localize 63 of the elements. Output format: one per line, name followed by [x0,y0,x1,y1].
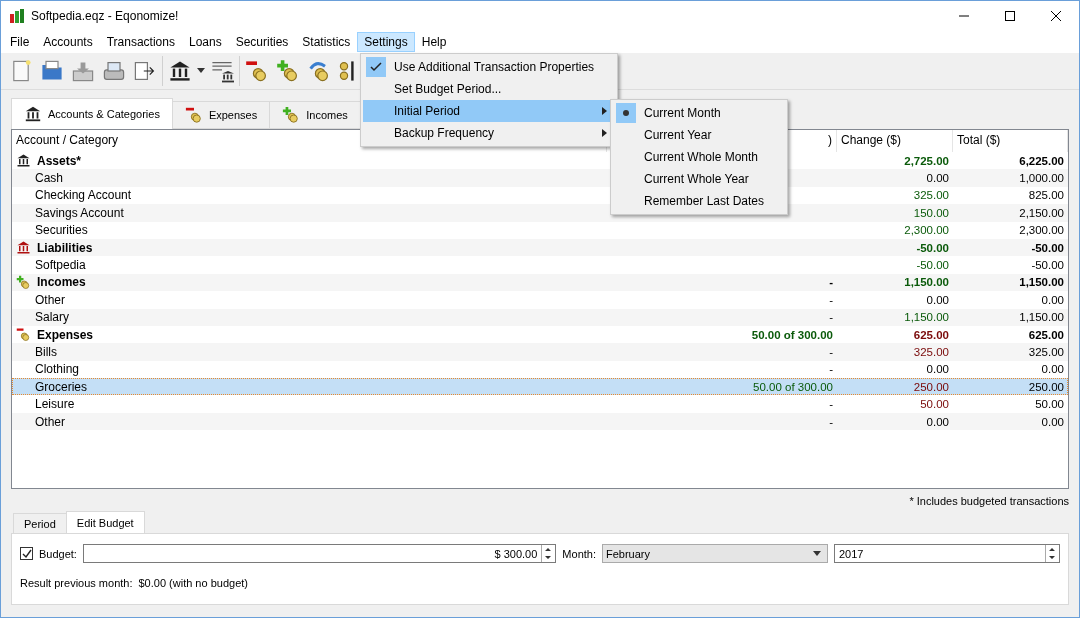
category-name: Softpedia [35,258,86,273]
category-name: Liabilities [37,240,93,255]
total-cell: 250.00 [1028,380,1064,393]
total-cell: 1,150.00 [1019,276,1064,289]
total-cell: 2,300.00 [1019,224,1064,237]
total-cell: 0.00 [1041,415,1064,428]
budget-cell: - [829,346,833,358]
category-name: Assets* [37,153,82,168]
result-label: Result previous month: [20,577,133,589]
category-name: Checking Account [35,188,132,203]
total-cell: 0.00 [1041,293,1064,306]
total-cell: 0.00 [1041,363,1064,376]
budget-cell: - [829,311,833,324]
change-cell: -50.00 [916,259,949,272]
total-cell: 50.00 [1035,398,1064,411]
change-cell: 2,300.00 [904,224,949,237]
change-cell: 0.00 [926,363,949,376]
total-cell: -50.00 [1031,241,1064,254]
category-name: Clothing [35,362,80,377]
category-name: Expenses [37,327,94,342]
change-cell: 325.00 [913,189,949,202]
total-cell: 325.00 [1028,346,1064,358]
category-name: Cash [35,171,63,186]
category-name: Other [35,292,65,307]
budget-label: Budget: [39,547,77,560]
total-cell: 825.00 [1028,189,1064,202]
result-value: $0.00 (with no budget) [138,577,248,589]
total-cell: 2,150.00 [1019,206,1064,219]
category-name: Incomes [37,275,86,290]
budget-cell: - [829,276,833,289]
change-cell: 1,150.00 [904,311,949,324]
category-name: Groceries [35,379,87,394]
change-cell: 1,150.00 [904,276,949,289]
month-label: Month: [562,547,596,560]
budget-cell: - [829,363,833,376]
budget-cell: - [829,415,833,428]
total-cell: -50.00 [1031,259,1064,272]
budget-cell: - [829,398,833,411]
total-cell: 625.00 [1028,328,1064,341]
change-cell: 0.00 [926,172,949,185]
budget-cell: 50.00 of 300.00 [753,380,833,393]
change-cell: 0.00 [926,415,949,428]
window-title: Softpedia.eqz - Eqonomize! [31,9,180,23]
total-cell: 6,225.00 [1019,154,1064,167]
change-cell: 325.00 [913,346,949,358]
change-cell: 150.00 [913,206,949,219]
category-name: Salary [35,310,69,325]
change-cell: 0.00 [926,293,949,306]
change-cell: 625.00 [913,328,949,341]
change-cell: -50.00 [916,241,949,254]
budget-cell: 50.00 of 300.00 [751,328,833,341]
total-cell: 1,150.00 [1019,311,1064,324]
category-name: Leisure [35,397,75,412]
category-name: Bills [35,345,57,359]
footnote: * Includes budgeted transactions [908,494,1069,509]
category-name: Savings Account [35,205,124,220]
change-cell: 250.00 [913,380,949,393]
category-name: Securities [35,223,88,238]
category-name: Other [35,414,65,429]
total-cell: 1,000.00 [1019,172,1064,185]
change-cell: 50.00 [920,398,949,411]
budget-cell: - [829,293,833,306]
change-cell: 2,725.00 [904,154,949,167]
